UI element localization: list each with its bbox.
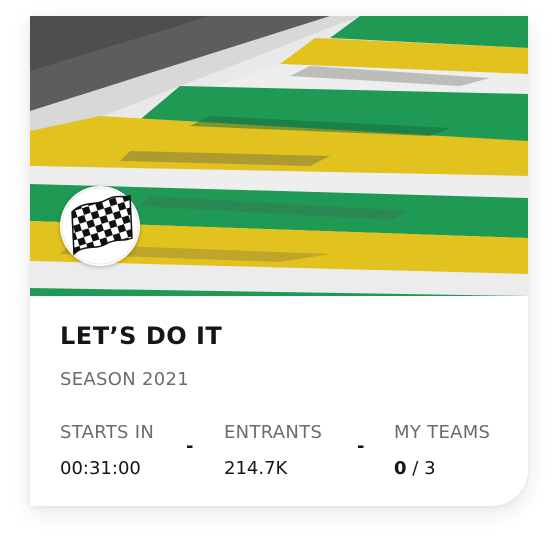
my-teams-slash: /: [412, 458, 419, 479]
checkered-flag-badge: [60, 186, 140, 266]
entrants-value: 214.7K: [224, 458, 288, 479]
stat-separator: -: [357, 436, 365, 457]
contest-card[interactable]: LET’S DO IT SEASON 2021 STARTS IN 00:31:…: [30, 16, 528, 506]
my-teams-value: 0 / 3: [394, 458, 490, 479]
contest-title: LET’S DO IT: [60, 322, 223, 350]
my-teams-current: 0: [394, 458, 407, 479]
my-teams-stat: MY TEAMS 0 / 3: [394, 422, 490, 479]
my-teams-total: 3: [424, 458, 436, 479]
stat-separator: -: [186, 436, 194, 457]
starts-in-value: 00:31:00: [60, 458, 141, 479]
season-label: SEASON 2021: [60, 369, 190, 390]
entrants-stat: ENTRANTS 214.7K: [224, 422, 322, 479]
entrants-label: ENTRANTS: [224, 422, 323, 443]
starts-in-stat: STARTS IN 00:31:00: [60, 422, 154, 479]
my-teams-label: MY TEAMS: [394, 422, 491, 443]
starts-in-label: STARTS IN: [60, 422, 155, 443]
checkered-flag-icon: [61, 187, 139, 265]
